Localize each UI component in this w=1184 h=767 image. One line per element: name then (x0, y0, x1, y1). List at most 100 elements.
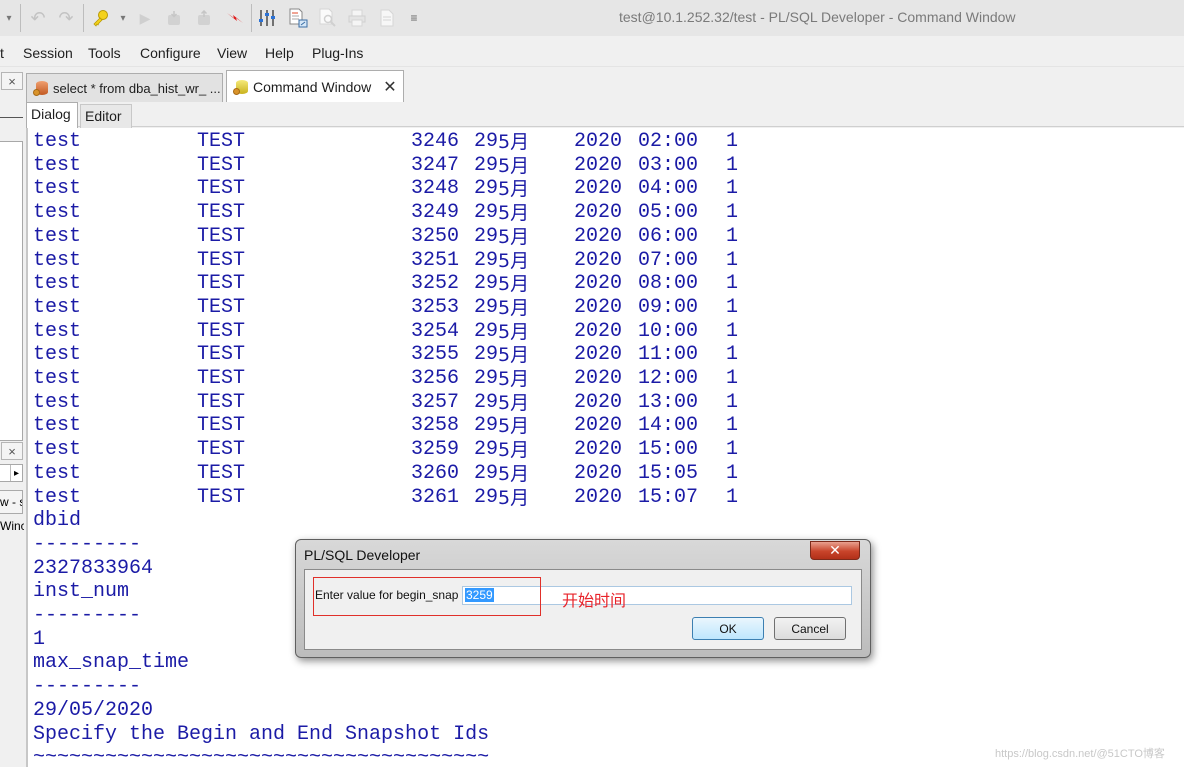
database-icon (233, 79, 249, 95)
tab-query[interactable]: select * from dba_hist_wr_ ... (26, 73, 223, 102)
menu-item-session[interactable]: Session (23, 45, 73, 61)
report-icon[interactable] (288, 8, 308, 28)
cell-month: 5月 (498, 391, 530, 414)
cell-c1: test (33, 414, 82, 438)
cell-month: 5月 (498, 439, 530, 462)
cell-c2: TEST (197, 367, 246, 390)
cell-time: 14:00 (638, 414, 699, 438)
key-dropdown-icon[interactable]: ▾ (118, 8, 128, 28)
dialog-close-button[interactable]: ✕ (810, 541, 860, 560)
output-line: Specify the Begin and End Snapshot Ids (33, 722, 490, 746)
rollback-icon[interactable] (196, 8, 212, 28)
toolbar-overflow-icon[interactable]: ≡ (408, 8, 420, 28)
cell-snap: 3260 (411, 461, 460, 485)
cell-inst: 1 (726, 367, 739, 390)
tab-command-window[interactable]: Command Window ✕ (226, 70, 404, 102)
cell-time: 08:00 (638, 272, 699, 296)
cell-snap: 3247 (411, 153, 460, 177)
command-output[interactable]: test TEST 3246 29 5月 2020 02:00 1 test TEST 3247 29… (26, 128, 1184, 767)
cell-inst: 1 (726, 130, 739, 153)
cell-month: 5月 (498, 344, 530, 367)
menu-item-edit[interactable]: t (0, 45, 4, 61)
cell-year: 2020 (574, 272, 623, 296)
cell-c2: TEST (197, 343, 246, 367)
menu-item-help[interactable]: Help (265, 45, 294, 61)
output-line: 2327833964 (33, 556, 154, 580)
cell-time: 09:00 (638, 295, 699, 319)
title-bar: ▾ ↶ ↷ ▾ ▶ ≡ test@10.1.252.32/test - PL/S… (0, 0, 1184, 36)
menu-item-plugins[interactable]: Plug-Ins (312, 45, 363, 61)
undo-icon[interactable]: ↶ (28, 8, 48, 28)
cell-snap: 3261 (411, 485, 460, 509)
close-tab-icon[interactable]: ✕ (383, 77, 396, 97)
cell-month: 5月 (498, 368, 530, 390)
cell-c1: test (33, 224, 82, 248)
cell-inst: 1 (726, 343, 739, 367)
cell-year: 2020 (574, 343, 623, 367)
cell-c1: test (33, 461, 82, 485)
page-icon[interactable] (378, 8, 396, 28)
cell-time: 11:00 (638, 343, 699, 367)
menu-item-view[interactable]: View (217, 45, 247, 61)
cell-snap: 3248 (411, 177, 460, 201)
cell-inst: 1 (726, 248, 739, 272)
panel-close-icon[interactable]: × (1, 442, 23, 460)
cancel-button[interactable]: Cancel (774, 617, 846, 640)
cell-inst: 1 (726, 153, 739, 177)
window-list-item[interactable]: Winc (0, 519, 24, 539)
cell-month: 5月 (498, 296, 530, 319)
ok-button[interactable]: OK (692, 617, 764, 640)
cell-year: 2020 (574, 319, 623, 343)
cell-month: 5月 (498, 178, 530, 201)
cell-c2: TEST (197, 295, 246, 319)
cell-inst: 1 (726, 201, 739, 225)
panel-divider (0, 117, 23, 118)
tab-dialog[interactable]: Dialog (26, 102, 78, 128)
panel-scroll-track[interactable]: ▸ (0, 464, 23, 482)
find-icon[interactable] (318, 8, 338, 28)
cell-snap: 3255 (411, 343, 460, 367)
cell-time: 06:00 (638, 224, 699, 248)
key-icon[interactable] (90, 8, 110, 28)
cell-c2: TEST (197, 319, 246, 343)
cell-day: 29 (474, 319, 499, 343)
scroll-right-icon[interactable]: ▸ (10, 465, 22, 481)
output-line: --------- (33, 675, 142, 699)
cell-day: 29 (474, 130, 499, 153)
panel-close-icon[interactable]: × (1, 72, 23, 90)
cell-c1: test (33, 319, 82, 343)
cell-c1: test (33, 201, 82, 225)
cell-snap: 3253 (411, 295, 460, 319)
cell-c2: TEST (197, 272, 246, 296)
cell-time: 02:00 (638, 130, 699, 153)
sliders-icon[interactable] (258, 8, 276, 28)
cell-month: 5月 (498, 131, 530, 153)
execute-icon[interactable]: ▶ (138, 8, 152, 28)
cell-day: 29 (474, 461, 499, 485)
menu-item-configure[interactable]: Configure (140, 45, 201, 61)
break-icon[interactable] (226, 8, 244, 28)
toolbar-separator (251, 4, 252, 32)
cell-c1: test (33, 485, 82, 509)
cell-time: 15:05 (638, 461, 699, 485)
watermark: https://blog.csdn.net/@51CTO博客 (995, 748, 1165, 760)
commit-icon[interactable] (166, 8, 182, 28)
cell-day: 29 (474, 390, 499, 414)
tab-editor[interactable]: Editor (80, 104, 132, 128)
output-line: 1 (33, 627, 46, 651)
window-list-item[interactable]: w - s (0, 490, 23, 514)
redo-icon[interactable]: ↷ (56, 8, 76, 28)
cell-month: 5月 (498, 202, 530, 225)
cell-snap: 3258 (411, 414, 460, 438)
menu-item-tools[interactable]: Tools (88, 45, 121, 61)
cell-year: 2020 (574, 461, 623, 485)
output-line: max_snap_time (33, 651, 190, 675)
cell-c2: TEST (197, 461, 246, 485)
output-line: inst_num (33, 580, 130, 604)
cell-day: 29 (474, 485, 499, 509)
dropdown-arrow-icon[interactable]: ▾ (4, 8, 14, 28)
print-icon[interactable] (348, 8, 366, 28)
cell-snap: 3251 (411, 248, 460, 272)
object-browser-list[interactable] (0, 141, 23, 441)
cell-time: 15:07 (638, 485, 699, 509)
